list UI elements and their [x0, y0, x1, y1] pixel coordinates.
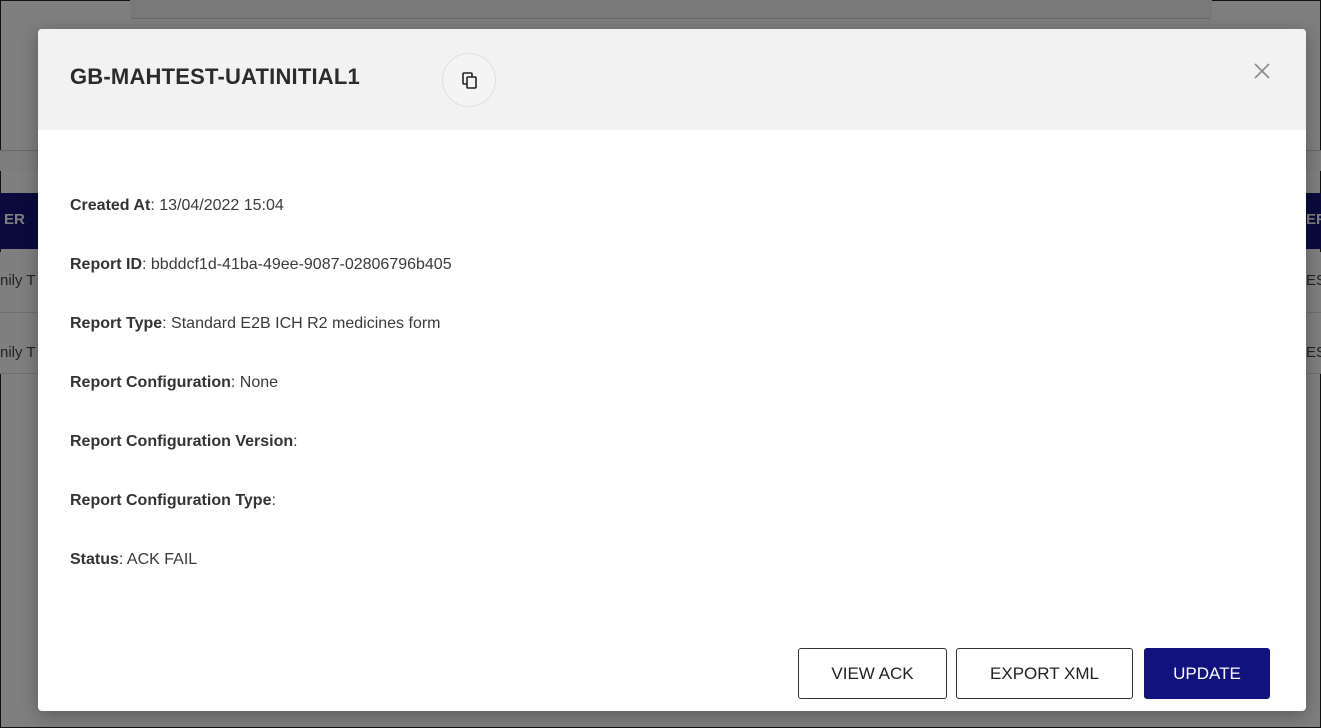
detail-label: Report Configuration [70, 374, 231, 391]
detail-label: Report Configuration Version [70, 433, 294, 450]
detail-value: None [239, 374, 279, 391]
detail-report-configuration-version: Report Configuration Version: [70, 433, 298, 450]
close-button[interactable] [1248, 57, 1276, 85]
detail-value: ACK FAIL [126, 551, 198, 568]
detail-label: Created At [70, 197, 151, 214]
detail-report-type: Report Type: Standard E2B ICH R2 medicin… [70, 315, 441, 332]
report-details-modal: GB-MAHTEST-UATINITIAL1 Created At: 13/04… [38, 29, 1306, 711]
modal-title: GB-MAHTEST-UATINITIAL1 [70, 64, 360, 89]
detail-report-id: Report ID: bbddcf1d-41ba-49ee-9087-02806… [70, 256, 452, 273]
detail-label: Status [70, 551, 119, 568]
update-button[interactable]: UPDATE [1144, 648, 1270, 699]
detail-label: Report ID [70, 256, 142, 273]
detail-value: 13/04/2022 15:04 [159, 197, 284, 214]
detail-created-at: Created At: 13/04/2022 15:04 [70, 197, 284, 214]
detail-value: bbddcf1d-41ba-49ee-9087-02806796b405 [150, 256, 452, 273]
copy-button[interactable] [442, 53, 496, 107]
modal-header: GB-MAHTEST-UATINITIAL1 [38, 29, 1306, 130]
view-ack-button[interactable]: VIEW ACK [798, 648, 947, 699]
detail-label: Report Configuration Type [70, 492, 272, 509]
close-icon [1248, 57, 1276, 85]
detail-status: Status: ACK FAIL [70, 551, 198, 568]
detail-label: Report Type [70, 315, 163, 332]
detail-value: Standard E2B ICH R2 medicines form [171, 315, 441, 332]
detail-report-configuration: Report Configuration: None [70, 374, 279, 391]
export-xml-button[interactable]: EXPORT XML [956, 648, 1133, 699]
detail-report-configuration-type: Report Configuration Type: [70, 492, 276, 509]
